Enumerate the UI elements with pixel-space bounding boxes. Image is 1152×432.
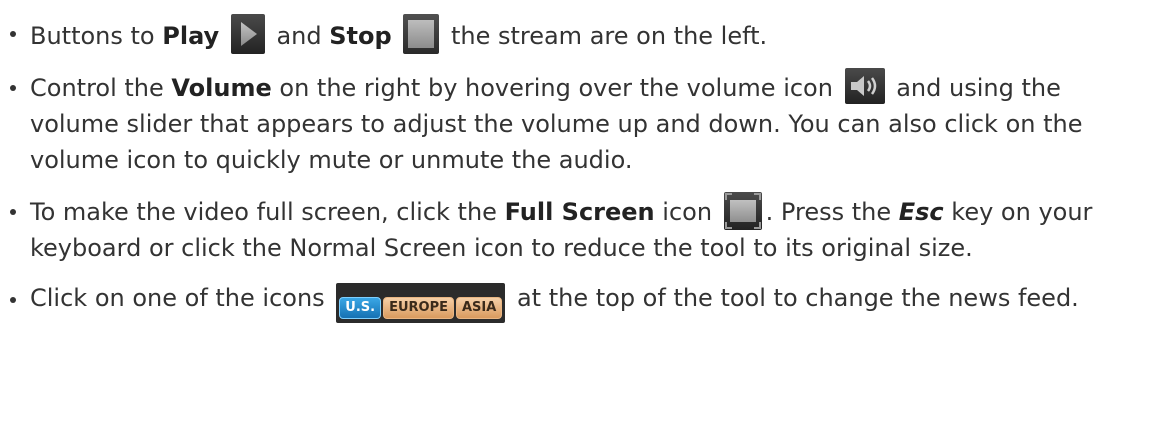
feed-button-europe: EUROPE — [383, 297, 454, 319]
volume-icon — [844, 68, 885, 104]
list-item-news-feed: Click on one of the icons U.S. EUROPE ASIA… — [8, 280, 1132, 323]
play-term: Play — [162, 22, 220, 50]
fullscreen-icon — [723, 192, 762, 230]
stop-term: Stop — [329, 22, 392, 50]
fullscreen-term: Full Screen — [504, 198, 655, 226]
volume-term: Volume — [171, 74, 272, 102]
feed-button-us: U.S. — [339, 297, 382, 319]
list-item-fullscreen: To make the video full screen, click the… — [8, 192, 1132, 266]
esc-key-term: Esc — [898, 198, 944, 226]
help-document: Buttons to Play and Stop the stream are … — [0, 0, 1152, 323]
feed-button-asia: ASIA — [456, 297, 503, 319]
list-item-volume: Control the Volume on the right by hover… — [8, 68, 1132, 178]
play-icon — [230, 14, 265, 54]
feed-buttons-image: U.S. EUROPE ASIA — [336, 283, 506, 323]
stop-icon — [403, 14, 440, 54]
list-item-play-stop: Buttons to Play and Stop the stream are … — [8, 14, 1132, 54]
help-bullet-list: Buttons to Play and Stop the stream are … — [8, 14, 1132, 323]
